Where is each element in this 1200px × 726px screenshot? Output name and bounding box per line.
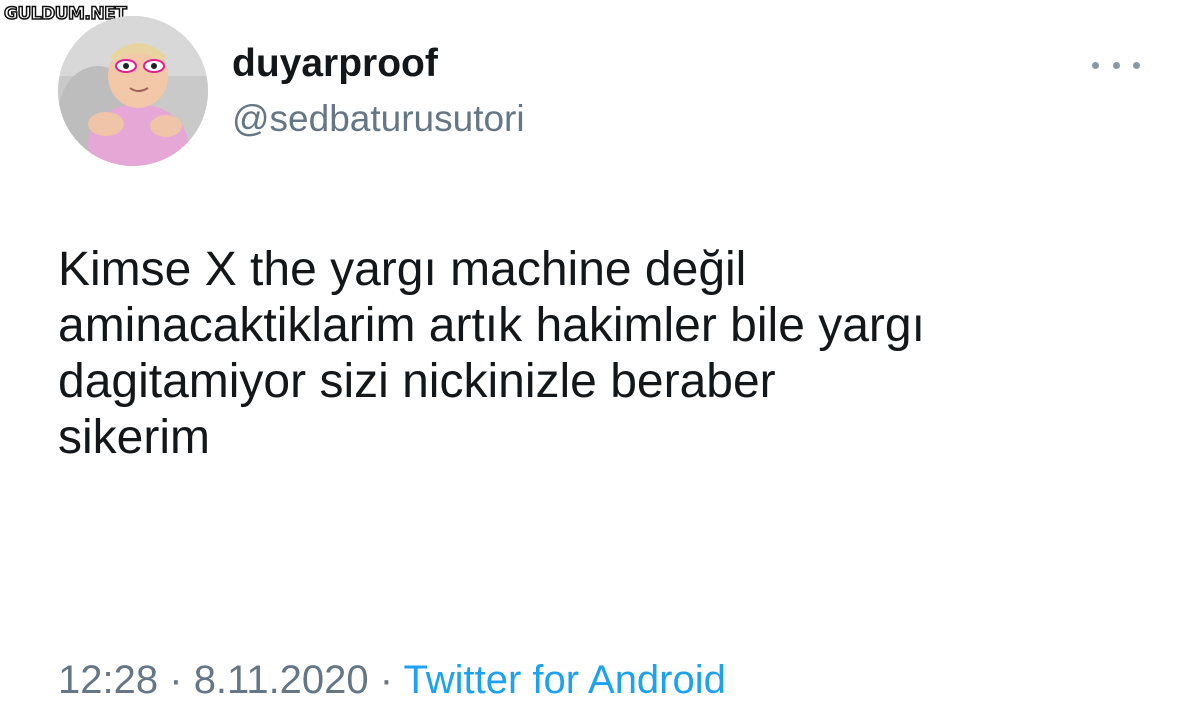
avatar-image: [58, 16, 208, 166]
more-horizontal-icon: [1133, 61, 1140, 69]
meta-separator: ·: [379, 658, 394, 702]
user-handle[interactable]: @sedbaturusutori: [232, 100, 525, 137]
display-name[interactable]: duyarproof: [232, 44, 438, 83]
avatar[interactable]: [58, 16, 208, 166]
meta-separator: ·: [169, 658, 183, 702]
more-horizontal-icon: [1092, 61, 1099, 69]
tweet-time[interactable]: 12:28: [58, 658, 158, 702]
tweet-source-link[interactable]: Twitter for Android: [404, 658, 726, 702]
more-horizontal-icon: [1112, 61, 1120, 69]
tweet-date[interactable]: 8.11.2020: [194, 658, 369, 702]
tweet-meta: 12:28 · 8.11.2020 · Twitter for Android: [58, 660, 726, 700]
tweet-text: Kimse X the yargı machine değil aminacak…: [58, 243, 925, 465]
more-options-button[interactable]: [1092, 50, 1140, 80]
